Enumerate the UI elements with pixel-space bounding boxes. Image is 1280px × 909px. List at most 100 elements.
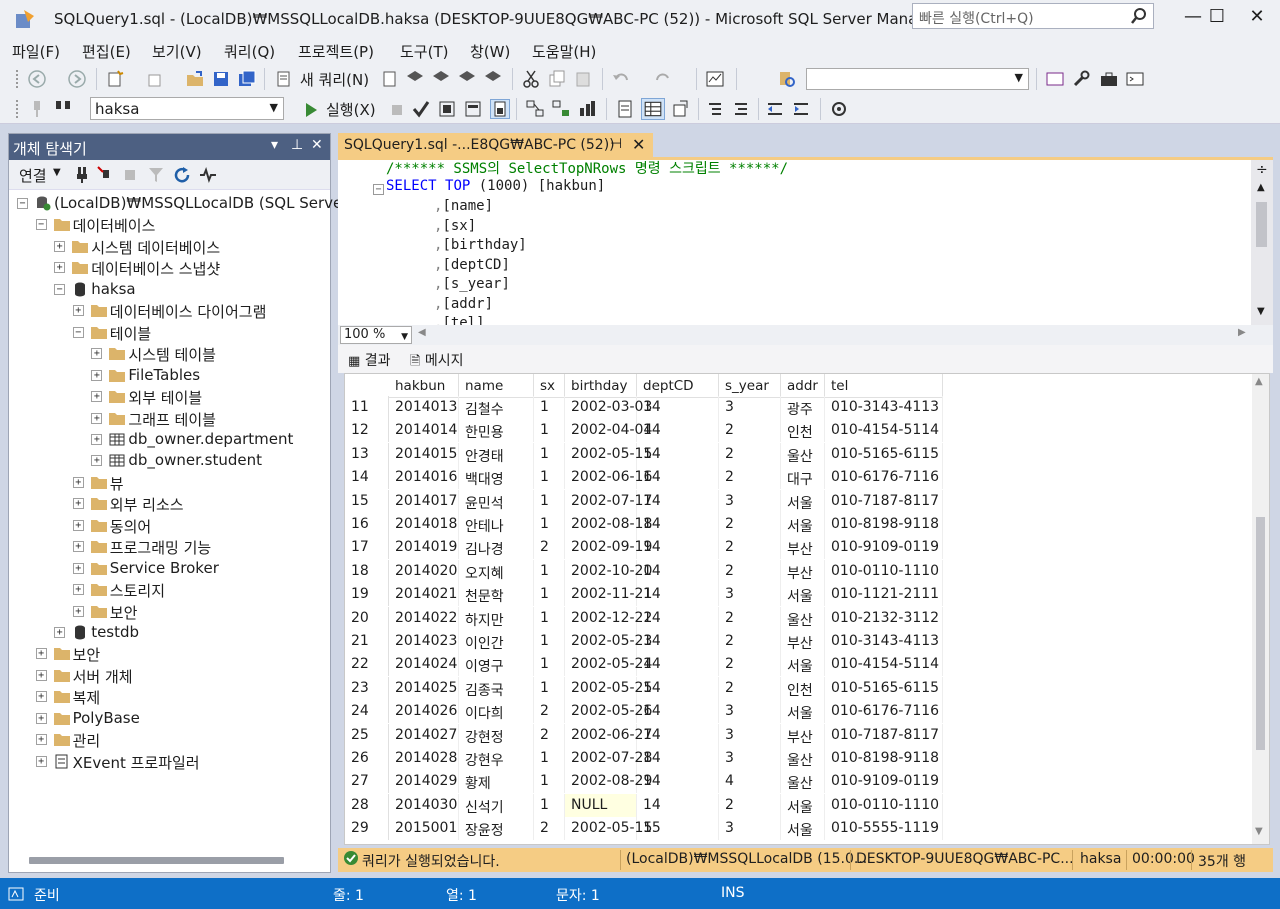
menu-window[interactable]: 창(W) (470, 41, 510, 62)
grid-cell-addr[interactable]: 부산 (781, 630, 825, 653)
column-header-s_year[interactable]: s_year (719, 374, 781, 398)
cut-icon[interactable] (522, 70, 540, 88)
grid-cell-birthday[interactable]: 2002-05-23 (565, 630, 652, 653)
connect-plug-icon[interactable] (28, 100, 46, 118)
grid-cell-addr[interactable]: 부산 (781, 559, 825, 583)
collapse-toggle[interactable]: − (373, 184, 384, 195)
expand-icon[interactable]: + (54, 262, 66, 274)
toolbox-icon[interactable] (1100, 70, 1118, 88)
results-to-grid-icon[interactable] (641, 98, 665, 120)
grid-cell-addr[interactable]: 인천 (781, 419, 825, 443)
open-file-icon[interactable] (186, 70, 204, 88)
row-number[interactable]: 14 (345, 466, 389, 490)
intellisense-icon[interactable] (490, 99, 510, 119)
grid-cell-birthday[interactable]: 2002-06-16 (565, 466, 652, 490)
grid-cell-name[interactable]: 김나경 (459, 536, 534, 560)
quick-launch-input[interactable]: 빠른 실행(Ctrl+Q) (912, 3, 1154, 29)
grid-cell-s_year[interactable]: 2 (719, 606, 781, 630)
grid-vertical-scrollbar[interactable]: ▲ ▼ (1252, 374, 1269, 844)
expand-icon[interactable]: + (72, 605, 84, 617)
grid-cell-addr[interactable]: 서울 (781, 489, 825, 513)
grid-cell-hakbun[interactable]: 2014030 (389, 793, 459, 817)
grid-cell-sx[interactable]: 1 (534, 513, 565, 536)
filter-icon[interactable] (147, 166, 165, 184)
grid-cell-s_year[interactable]: 3 (719, 723, 781, 747)
expand-icon[interactable]: + (91, 391, 103, 403)
expand-icon[interactable]: + (35, 755, 47, 767)
grid-cell-name[interactable]: 하지만 (459, 606, 534, 630)
expand-icon[interactable]: + (72, 541, 84, 553)
expand-icon[interactable]: + (35, 691, 47, 703)
client-statistics-icon[interactable] (578, 100, 596, 118)
grid-cell-name[interactable]: 이영구 (459, 653, 534, 677)
scroll-left-icon[interactable]: ◀ (418, 327, 426, 338)
new-project-icon[interactable] (106, 70, 124, 88)
paste-icon[interactable] (574, 70, 592, 88)
row-number[interactable]: 24 (345, 700, 389, 724)
grid-cell-tel[interactable]: 010-5165-6115 (825, 442, 943, 466)
grid-cell-s_year[interactable]: 2 (719, 419, 781, 443)
expand-icon[interactable]: + (91, 369, 103, 381)
grid-cell-tel[interactable]: 010-6176-7116 (825, 466, 943, 490)
grid-cell-hakbun[interactable]: 2014018 (389, 513, 459, 536)
expand-icon[interactable]: + (91, 455, 103, 467)
column-header-name[interactable]: name (459, 374, 534, 398)
grid-cell-addr[interactable]: 서울 (781, 653, 825, 677)
grid-cell-tel[interactable]: 010-0110-1110 (825, 559, 943, 583)
grid-cell-hakbun[interactable]: 2014025 (389, 676, 459, 700)
grid-cell-addr[interactable]: 부산 (781, 536, 825, 560)
grid-cell-hakbun[interactable]: 2014020 (389, 559, 459, 583)
tab-messages[interactable]: 🗎 메시지 (410, 350, 464, 374)
grid-cell-name[interactable]: 강현정 (459, 723, 534, 747)
grid-cell-s_year[interactable]: 3 (719, 583, 781, 607)
grid-cell-addr[interactable]: 부산 (781, 723, 825, 747)
grid-cell-hakbun[interactable]: 2014027 (389, 723, 459, 747)
horizontal-scrollbar[interactable] (29, 857, 284, 864)
grid-cell-sx[interactable]: 1 (534, 489, 565, 513)
grid-cell-deptCD[interactable]: 14 (637, 466, 719, 490)
live-query-stats-icon[interactable] (552, 100, 570, 118)
save-all-icon[interactable] (238, 70, 256, 88)
menu-project[interactable]: 프로젝트(P) (298, 41, 374, 62)
grid-cell-hakbun[interactable]: 2015001 (389, 817, 459, 841)
grid-cell-sx[interactable]: 1 (534, 770, 565, 794)
grid-cell-s_year[interactable]: 2 (719, 559, 781, 583)
grid-cell-deptCD[interactable]: 14 (637, 630, 719, 653)
column-header-addr[interactable]: addr (781, 374, 825, 398)
grid-cell-s_year[interactable]: 3 (719, 700, 781, 724)
activity-monitor-icon[interactable] (706, 70, 724, 88)
grid-cell-addr[interactable]: 울산 (781, 770, 825, 794)
decrease-indent-icon[interactable] (766, 100, 784, 118)
grid-cell-s_year[interactable]: 2 (719, 793, 781, 817)
grid-cell-addr[interactable]: 서울 (781, 700, 825, 724)
collapse-icon[interactable]: − (17, 198, 28, 209)
grid-cell-addr[interactable]: 대구 (781, 466, 825, 490)
editor-vertical-scrollbar[interactable]: ÷ ▲ ▼ (1251, 160, 1273, 325)
grid-cell-s_year[interactable]: 3 (719, 396, 781, 419)
grid-cell-birthday[interactable]: 2002-05-15 (565, 817, 652, 841)
grid-cell-deptCD[interactable]: 14 (637, 513, 719, 536)
grid-cell-deptCD[interactable]: 14 (637, 700, 719, 724)
expand-icon[interactable]: + (72, 305, 84, 317)
grid-cell-sx[interactable]: 1 (534, 466, 565, 490)
grid-cell-s_year[interactable]: 3 (719, 489, 781, 513)
expand-icon[interactable]: + (72, 562, 84, 574)
stop-icon[interactable] (121, 166, 139, 184)
uncomment-icon[interactable] (732, 100, 750, 118)
grid-cell-deptCD[interactable]: 15 (637, 817, 719, 841)
connect-dropdown[interactable]: 연결 (19, 165, 47, 186)
grid-cell-birthday[interactable]: 2002-08-29 (565, 770, 652, 794)
toolbar-grip[interactable] (16, 100, 20, 118)
expand-icon[interactable]: + (35, 734, 47, 746)
grid-cell-hakbun[interactable]: 2014015 (389, 442, 459, 466)
grid-cell-deptCD[interactable]: 14 (637, 653, 719, 677)
row-number[interactable]: 17 (345, 536, 389, 560)
connect-plug-icon[interactable] (73, 166, 91, 184)
scroll-down-icon[interactable]: ▼ (1257, 306, 1265, 317)
grid-cell-tel[interactable]: 010-4154-5114 (825, 653, 943, 677)
expand-icon[interactable]: + (91, 412, 103, 424)
grid-cell-sx[interactable]: 1 (534, 419, 565, 443)
grid-cell-addr[interactable]: 서울 (781, 817, 825, 841)
scroll-down-icon[interactable]: ▼ (1255, 826, 1263, 837)
grid-cell-hakbun[interactable]: 2014023 (389, 630, 459, 653)
